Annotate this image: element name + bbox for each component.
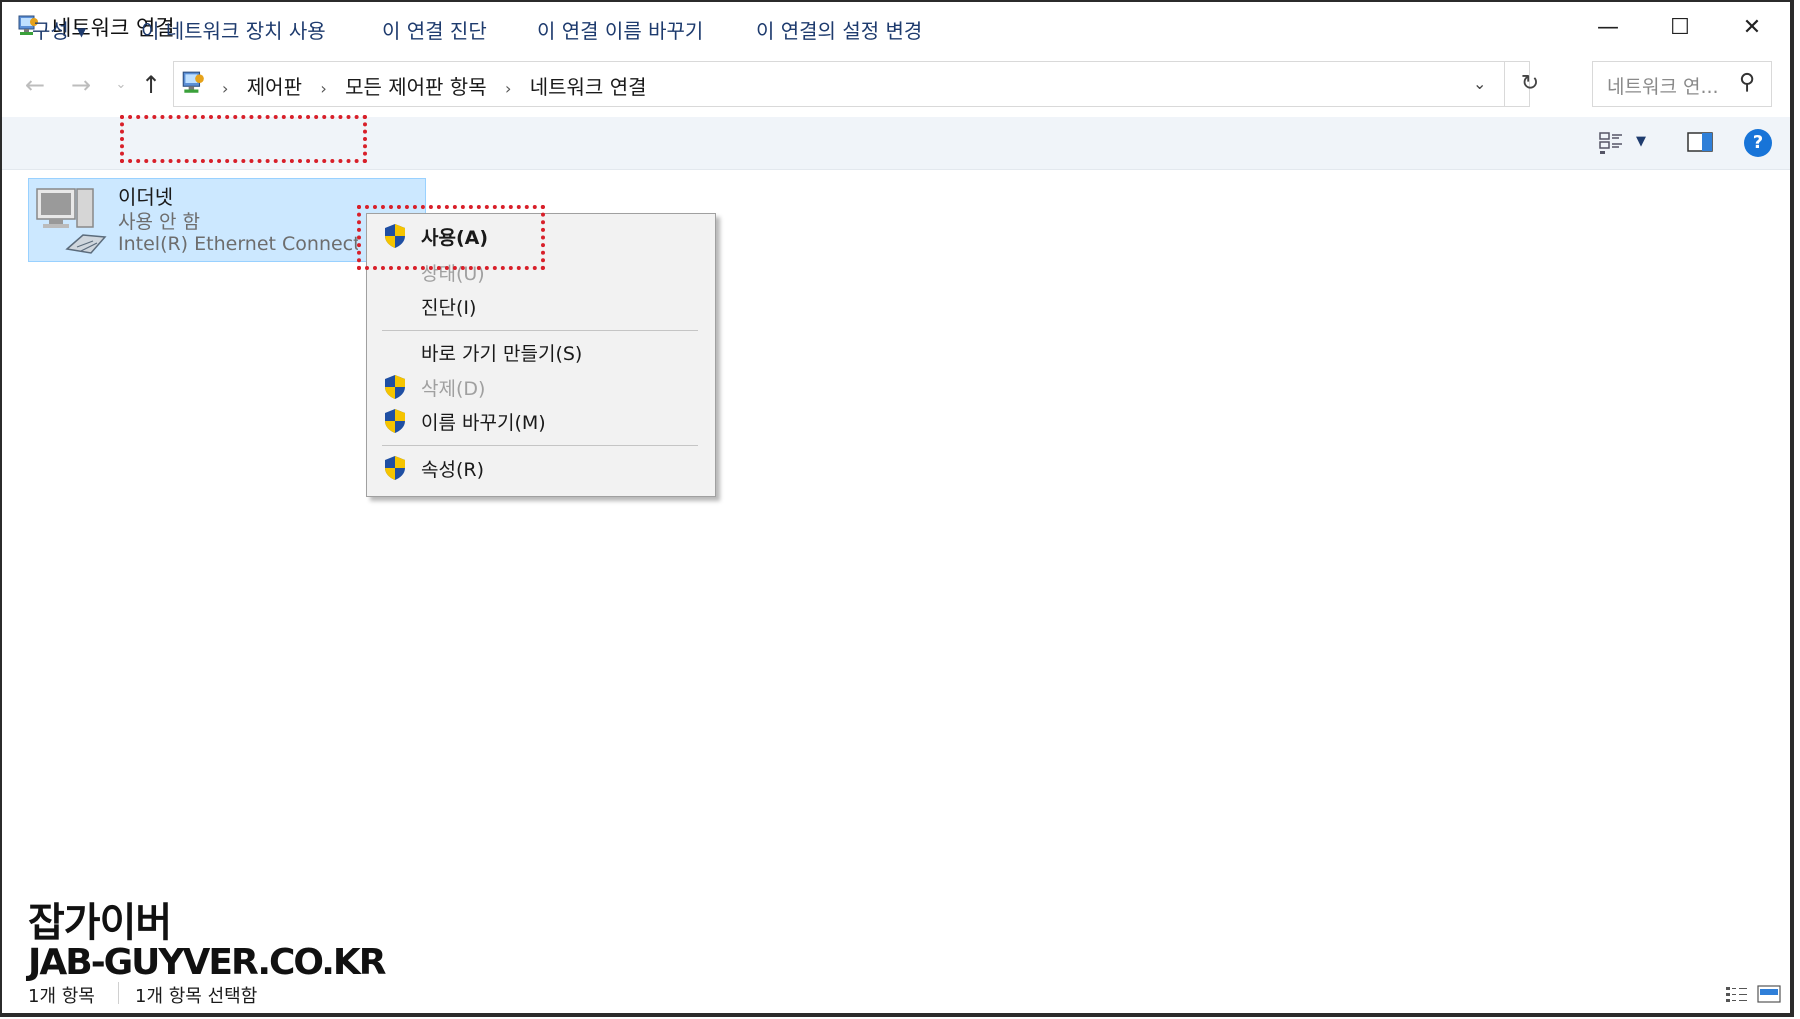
explorer-window: 네트워크 연결 — ☐ ✕ ← → ⌄ ↑ › 제어판 › 모든 제어판 항목 … [0, 0, 1794, 1017]
recent-locations-chevron-icon[interactable]: ⌄ [106, 70, 136, 100]
breadcrumb-separator-icon: › [222, 79, 229, 98]
menu-label-rename: 이름 바꾸기(M) [421, 412, 546, 434]
status-selected-count: 1개 항목 선택함 [135, 986, 258, 1007]
forward-arrow-icon[interactable]: → [66, 70, 96, 100]
highlight-box-enable-menu [357, 205, 545, 270]
uac-shield-icon [385, 409, 405, 433]
breadcrumb: › 제어판 › 모든 제어판 항목 › 네트워크 연결 [210, 71, 647, 100]
search-placeholder: 네트워크 연... [1607, 76, 1719, 98]
change-view-icon[interactable] [1598, 130, 1624, 156]
highlight-box-enable-command [120, 115, 367, 163]
adapter-device: Intel(R) Ethernet Connection [118, 233, 358, 255]
menu-item-diagnose[interactable]: 진단(I) [366, 290, 714, 322]
address-bar[interactable]: › 제어판 › 모든 제어판 항목 › 네트워크 연결 ⌄ ↻ [173, 61, 1539, 107]
back-arrow-icon[interactable]: ← [20, 70, 50, 100]
breadcrumb-all-control-panel-items[interactable]: 모든 제어판 항목 [345, 75, 487, 99]
view-options-caret-icon[interactable]: ▼ [1636, 134, 1646, 149]
close-button[interactable]: ✕ [1724, 8, 1780, 46]
ethernet-adapter-icon [36, 188, 107, 254]
organize-label: 구성 [32, 19, 69, 43]
large-icons-view-icon[interactable] [1757, 985, 1781, 1003]
up-arrow-icon[interactable]: ↑ [136, 70, 166, 100]
help-icon[interactable]: ? [1744, 129, 1772, 157]
breadcrumb-separator-icon: › [320, 79, 327, 98]
enable-device-button[interactable]: 이 네트워크 장치 사용 [141, 15, 326, 44]
breadcrumb-separator-icon: › [504, 79, 512, 98]
menu-item-rename[interactable]: 이름 바꾸기(M) [366, 405, 714, 437]
status-item-count: 1개 항목 [28, 986, 95, 1007]
menu-separator [382, 330, 698, 331]
menu-item-create-shortcut[interactable]: 바로 가기 만들기(S) [366, 336, 714, 368]
search-icon[interactable]: ⚲ [1739, 70, 1755, 95]
menu-item-properties[interactable]: 속성(R) [366, 452, 714, 484]
diagnose-connection-button[interactable]: 이 연결 진단 [382, 15, 487, 44]
maximize-button[interactable]: ☐ [1652, 8, 1708, 46]
breadcrumb-control-panel[interactable]: 제어판 [247, 75, 302, 99]
uac-shield-icon [385, 375, 405, 399]
organize-button[interactable]: 구성 ▼ [32, 15, 86, 44]
preview-pane-icon[interactable] [1687, 132, 1713, 152]
address-dropdown-icon[interactable]: ⌄ [1473, 74, 1486, 93]
menu-label-properties: 속성(R) [421, 459, 484, 481]
adapter-status: 사용 안 함 [118, 211, 200, 233]
menu-item-delete[interactable]: 삭제(D) [366, 371, 714, 403]
menu-label-delete: 삭제(D) [421, 378, 486, 400]
control-panel-network-icon [182, 71, 204, 93]
adapter-name: 이더넷 [118, 185, 174, 209]
breadcrumb-network-connections[interactable]: 네트워크 연결 [530, 75, 647, 99]
minimize-button[interactable]: — [1580, 8, 1636, 46]
change-settings-button[interactable]: 이 연결의 설정 변경 [756, 15, 922, 44]
rename-connection-button[interactable]: 이 연결 이름 바꾸기 [537, 15, 703, 44]
refresh-icon[interactable]: ↻ [1504, 62, 1555, 106]
menu-label-diagnose: 진단(I) [421, 297, 477, 319]
watermark-korean: 잡가이버 [28, 900, 172, 946]
details-view-icon[interactable] [1725, 985, 1749, 1003]
status-divider [118, 982, 119, 1004]
uac-shield-icon [385, 456, 405, 480]
search-input[interactable]: 네트워크 연... ⚲ [1592, 61, 1772, 107]
watermark-url: JAB-GUYVER.CO.KR [28, 942, 387, 983]
menu-label-create-shortcut: 바로 가기 만들기(S) [421, 343, 583, 365]
menu-separator [382, 445, 698, 446]
organize-caret-icon: ▼ [76, 25, 87, 39]
